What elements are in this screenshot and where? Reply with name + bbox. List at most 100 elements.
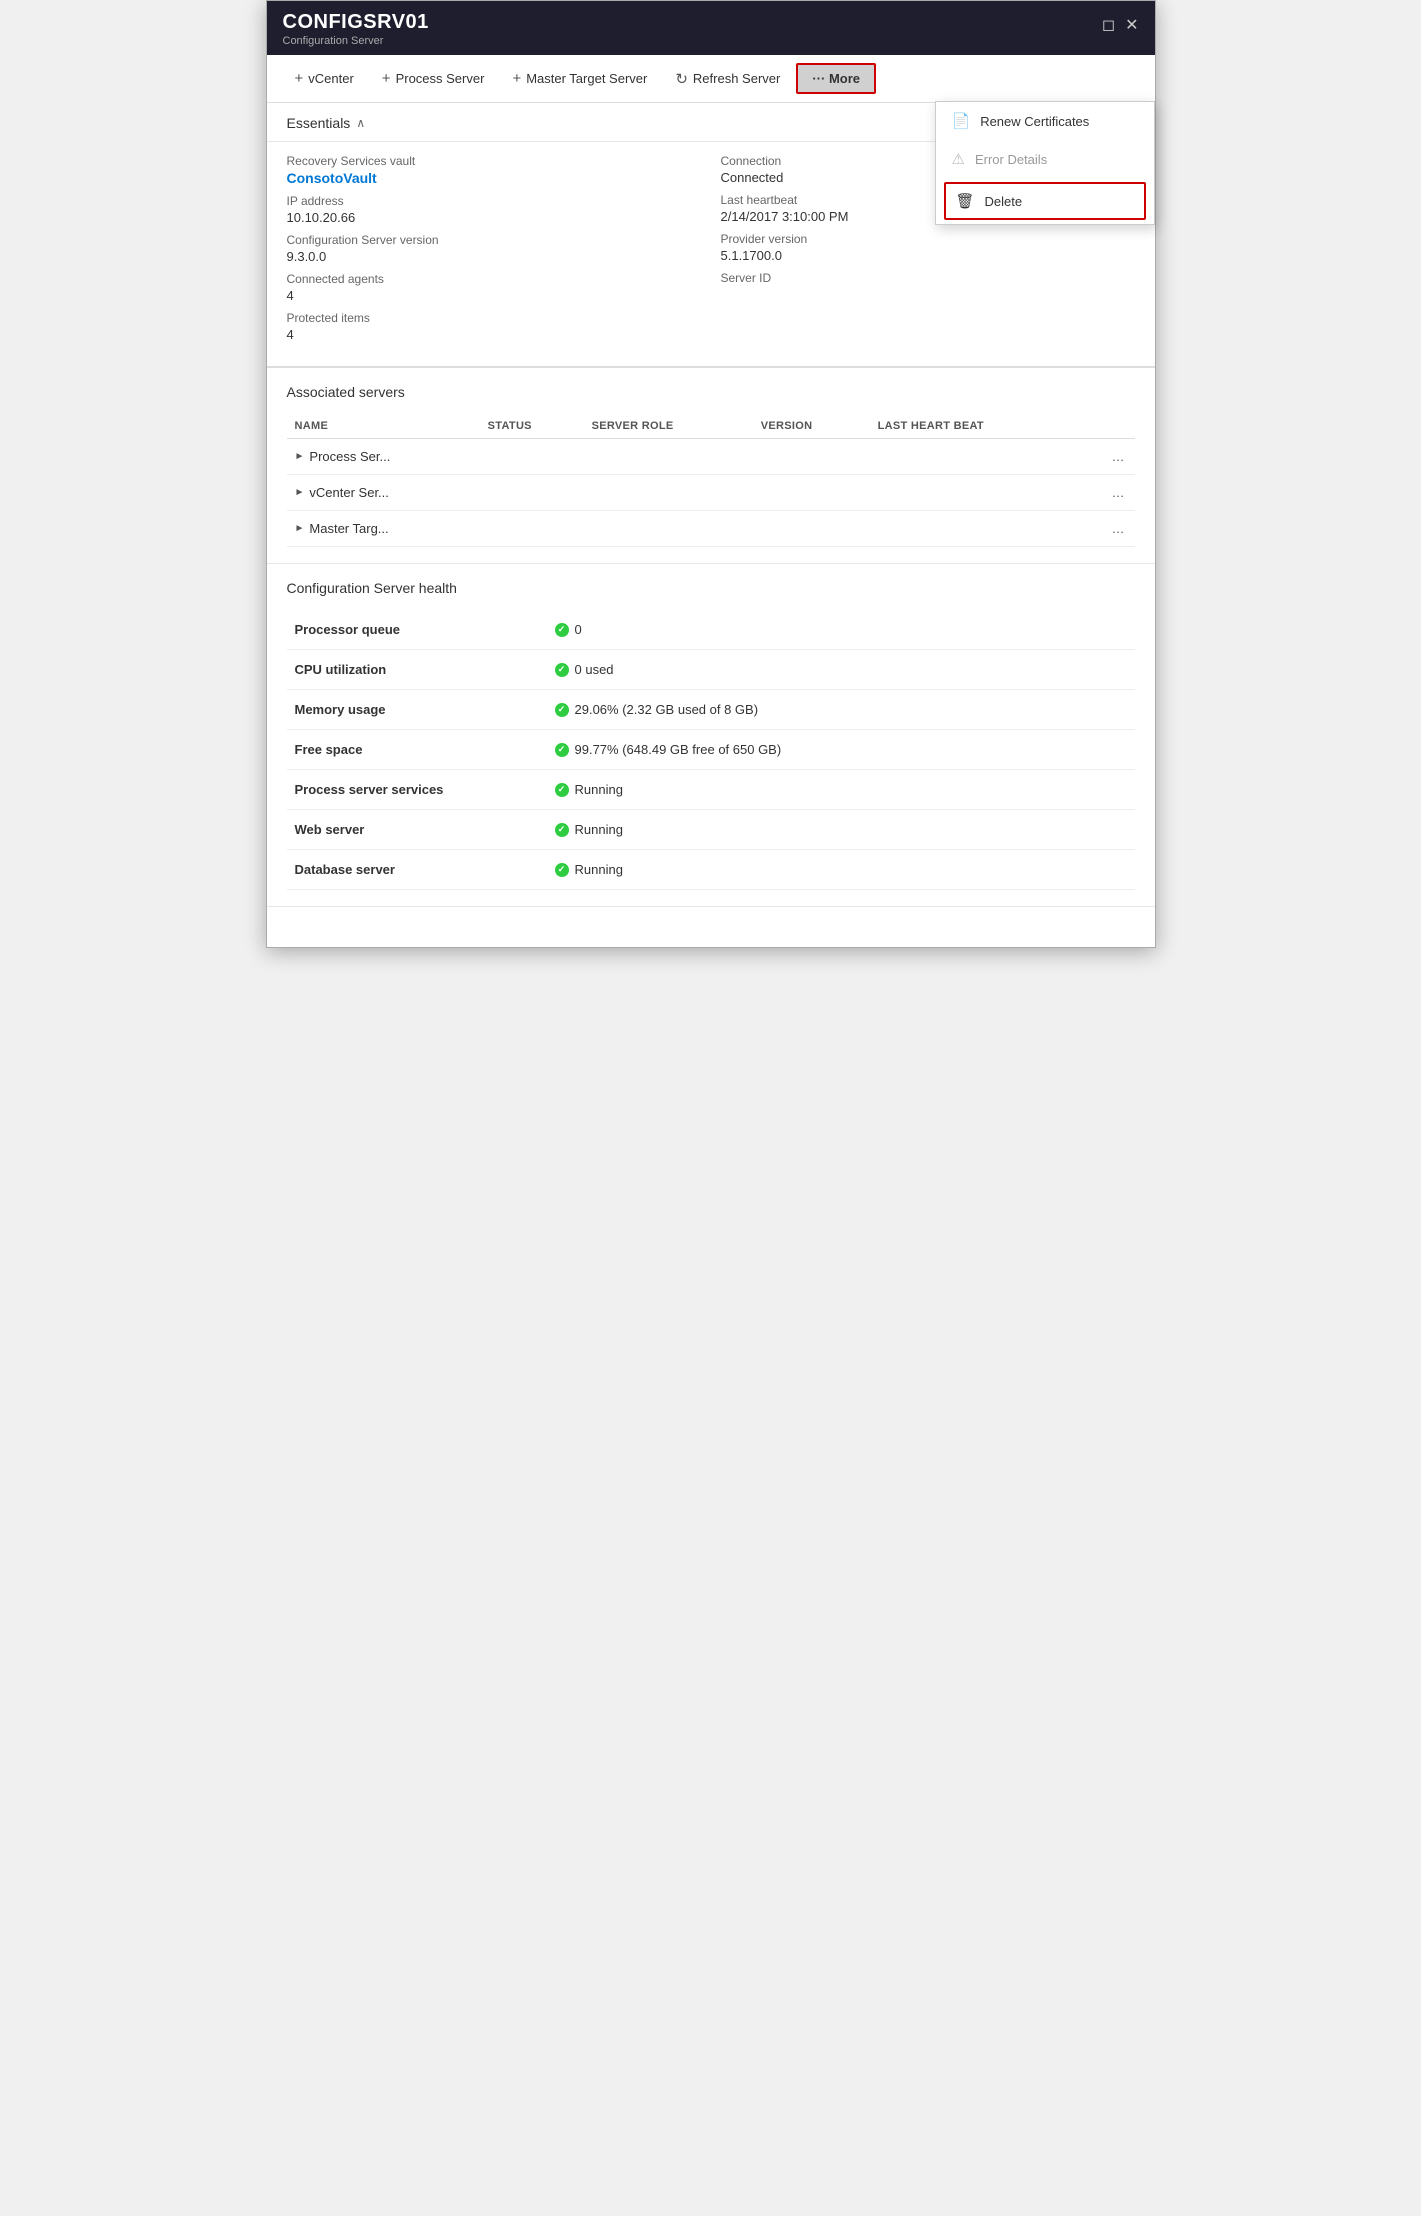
restore-icon[interactable]: ◻ — [1102, 15, 1115, 35]
col-status: STATUS — [480, 414, 584, 439]
field-vault-label: Recovery Services vault — [287, 154, 701, 168]
delete-item[interactable]: 🗑 Delete — [944, 182, 1146, 220]
title-bar-left: CONFIGSRV01 Configuration Server — [283, 11, 429, 47]
refresh-icon: ↻ — [675, 70, 688, 88]
toolbar: + vCenter + Process Server + Master Targ… — [267, 55, 1155, 103]
field-cs-version: Configuration Server version 9.3.0.0 — [287, 233, 701, 264]
health-process-services-label: Process server services — [287, 770, 547, 810]
health-section-title: Configuration Server health — [287, 580, 1135, 596]
server-name-cell: ► Master Targ... — [287, 511, 480, 547]
health-memory-value: 29.06% (2.32 GB used of 8 GB) — [555, 702, 1127, 717]
field-protected-items: Protected items 4 — [287, 311, 701, 342]
field-vault-value[interactable]: ConsotoVault — [287, 170, 701, 186]
close-icon[interactable]: ✕ — [1125, 15, 1138, 35]
server-more-cell[interactable]: … — [1081, 439, 1135, 475]
essentials-left: Recovery Services vault ConsotoVault IP … — [287, 154, 701, 350]
health-dbserver-label: Database server — [287, 850, 547, 890]
health-webserver-value-cell: Running — [547, 810, 1135, 850]
expand-arrow-icon[interactable]: ► — [295, 451, 305, 462]
status-green-icon — [555, 623, 569, 637]
health-freespace-label: Free space — [287, 730, 547, 770]
certificate-icon: 📄 — [952, 112, 971, 130]
freespace-value-text: 99.77% (648.49 GB free of 650 GB) — [575, 742, 782, 757]
health-processor-value: 0 — [555, 622, 1127, 637]
server-name-label: Master Targ... — [309, 521, 388, 536]
bottom-spacer — [267, 907, 1155, 947]
servers-table-body: ► Process Ser... … ► — [287, 439, 1135, 547]
warning-icon: ⚠ — [952, 150, 965, 168]
health-processor-value-cell: 0 — [547, 610, 1135, 650]
add-vcenter-label: vCenter — [308, 71, 354, 86]
error-details-item[interactable]: ⚠ Error Details — [936, 140, 1154, 178]
list-item: CPU utilization 0 used — [287, 650, 1135, 690]
add-process-server-label: Process Server — [396, 71, 485, 86]
health-cpu-value: 0 used — [555, 662, 1127, 677]
col-server-role: SERVER ROLE — [584, 414, 753, 439]
health-cpu-label: CPU utilization — [287, 650, 547, 690]
list-item: Processor queue 0 — [287, 610, 1135, 650]
health-memory-value-cell: 29.06% (2.32 GB used of 8 GB) — [547, 690, 1135, 730]
server-heartbeat-cell — [870, 439, 1081, 475]
health-webserver-value: Running — [555, 822, 1127, 837]
associated-servers-section: Associated servers NAME STATUS SERVER RO… — [267, 368, 1155, 564]
server-more-cell[interactable]: … — [1081, 475, 1135, 511]
title-bar: CONFIGSRV01 Configuration Server ◻ ✕ — [267, 1, 1155, 55]
essentials-title: Essentials — [287, 115, 351, 131]
server-more-cell[interactable]: … — [1081, 511, 1135, 547]
health-dbserver-value-cell: Running — [547, 850, 1135, 890]
status-green-icon-7 — [555, 863, 569, 877]
expand-arrow-icon-2[interactable]: ► — [295, 487, 305, 498]
health-table: Processor queue 0 CPU utilization — [287, 610, 1135, 890]
plus-icon-2: + — [382, 70, 391, 87]
field-connected-agents: Connected agents 4 — [287, 272, 701, 303]
window-title: CONFIGSRV01 — [283, 11, 429, 34]
refresh-server-label: Refresh Server — [693, 71, 780, 86]
field-server-id: Server ID — [721, 271, 1135, 285]
servers-table-header: NAME STATUS SERVER ROLE VERSION LAST HEA… — [287, 414, 1135, 439]
expand-arrow-icon-3[interactable]: ► — [295, 523, 305, 534]
health-dbserver-value: Running — [555, 862, 1127, 877]
health-section: Configuration Server health Processor qu… — [267, 564, 1155, 907]
field-provider-label: Provider version — [721, 232, 1135, 246]
trash-icon: 🗑 — [956, 192, 975, 210]
health-freespace-value-cell: 99.77% (648.49 GB free of 650 GB) — [547, 730, 1135, 770]
status-green-icon-4 — [555, 743, 569, 757]
error-details-label: Error Details — [975, 152, 1047, 167]
server-name-vcenter: ► vCenter Ser... — [295, 485, 472, 500]
add-vcenter-button[interactable]: + vCenter — [283, 64, 366, 93]
refresh-server-button[interactable]: ↻ Refresh Server — [663, 64, 792, 94]
essentials-chevron-icon[interactable]: ∧ — [356, 116, 365, 130]
health-table-body: Processor queue 0 CPU utilization — [287, 610, 1135, 890]
server-version-cell — [753, 511, 870, 547]
renew-certificates-label: Renew Certificates — [980, 114, 1089, 129]
list-item: Web server Running — [287, 810, 1135, 850]
dbserver-value-text: Running — [575, 862, 623, 877]
renew-certificates-item[interactable]: 📄 Renew Certificates — [936, 102, 1154, 140]
field-protected-value: 4 — [287, 327, 701, 342]
server-name-label: vCenter Ser... — [309, 485, 388, 500]
health-webserver-label: Web server — [287, 810, 547, 850]
plus-icon-3: + — [512, 70, 521, 87]
field-server-id-label: Server ID — [721, 271, 1135, 285]
webserver-value-text: Running — [575, 822, 623, 837]
field-ip-value: 10.10.20.66 — [287, 210, 701, 225]
health-freespace-value: 99.77% (648.49 GB free of 650 GB) — [555, 742, 1127, 757]
server-version-cell — [753, 439, 870, 475]
cpu-value-text: 0 used — [575, 662, 614, 677]
server-version-cell — [753, 475, 870, 511]
col-actions — [1081, 414, 1135, 439]
list-item: Process server services Running — [287, 770, 1135, 810]
servers-table-header-row: NAME STATUS SERVER ROLE VERSION LAST HEA… — [287, 414, 1135, 439]
server-role-cell — [584, 511, 753, 547]
health-memory-label: Memory usage — [287, 690, 547, 730]
table-row: ► vCenter Ser... … — [287, 475, 1135, 511]
add-master-target-button[interactable]: + Master Target Server — [500, 64, 659, 93]
title-bar-controls: ◻ ✕ — [1102, 15, 1139, 35]
add-process-server-button[interactable]: + Process Server — [370, 64, 497, 93]
health-processor-label: Processor queue — [287, 610, 547, 650]
more-button[interactable]: ··· More — [796, 63, 876, 94]
server-name-label: Process Ser... — [309, 449, 390, 464]
col-name: NAME — [287, 414, 480, 439]
server-heartbeat-cell — [870, 511, 1081, 547]
field-cs-version-value: 9.3.0.0 — [287, 249, 701, 264]
